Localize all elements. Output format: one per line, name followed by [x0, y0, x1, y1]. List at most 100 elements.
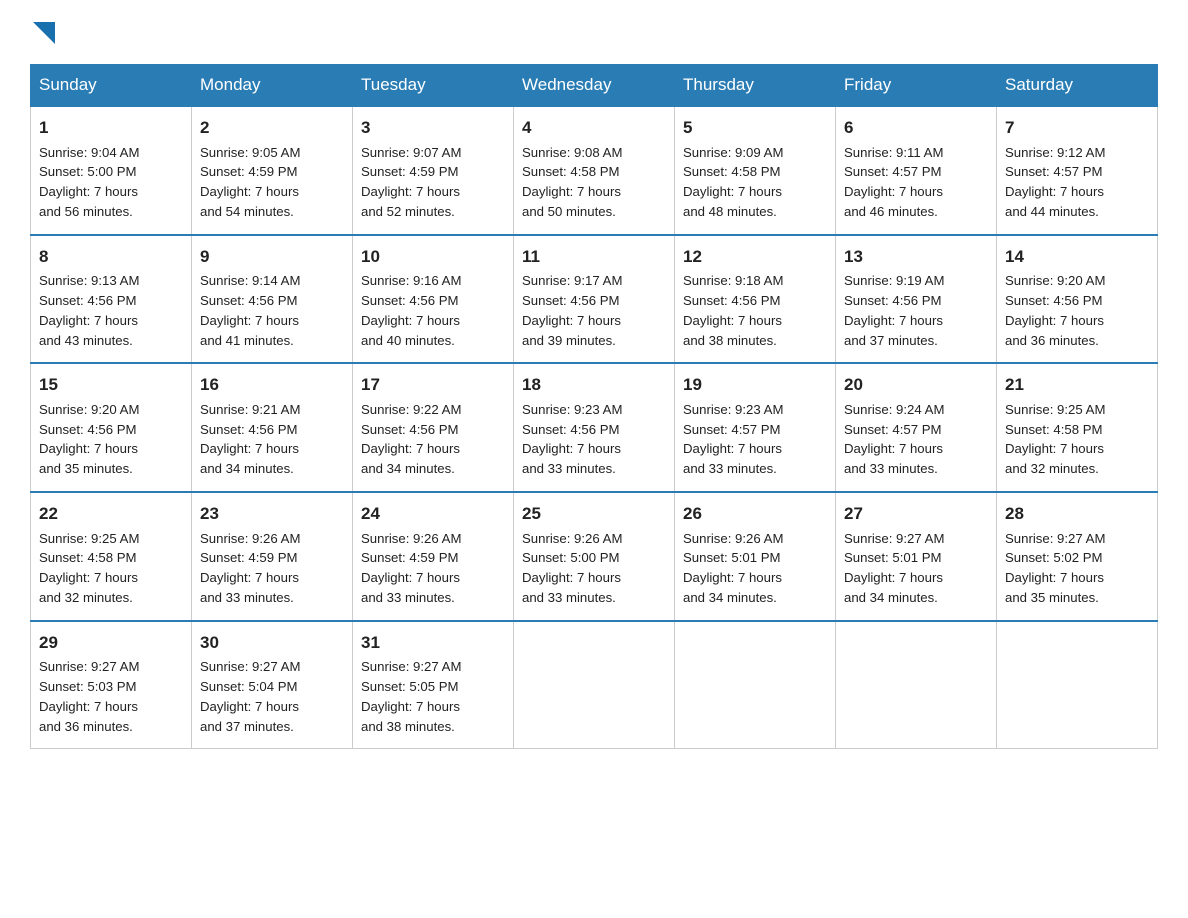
calendar-day-cell: 7Sunrise: 9:12 AMSunset: 4:57 PMDaylight…	[997, 106, 1158, 235]
calendar-week-row: 22Sunrise: 9:25 AMSunset: 4:58 PMDayligh…	[31, 492, 1158, 621]
day-number: 8	[39, 244, 183, 270]
weekday-header-row: SundayMondayTuesdayWednesdayThursdayFrid…	[31, 65, 1158, 107]
day-number: 3	[361, 115, 505, 141]
day-info: Sunrise: 9:25 AMSunset: 4:58 PMDaylight:…	[1005, 400, 1149, 479]
day-number: 28	[1005, 501, 1149, 527]
day-info: Sunrise: 9:22 AMSunset: 4:56 PMDaylight:…	[361, 400, 505, 479]
calendar-day-cell: 31Sunrise: 9:27 AMSunset: 5:05 PMDayligh…	[353, 621, 514, 749]
day-info: Sunrise: 9:12 AMSunset: 4:57 PMDaylight:…	[1005, 143, 1149, 222]
day-info: Sunrise: 9:25 AMSunset: 4:58 PMDaylight:…	[39, 529, 183, 608]
day-info: Sunrise: 9:26 AMSunset: 5:00 PMDaylight:…	[522, 529, 666, 608]
day-info: Sunrise: 9:05 AMSunset: 4:59 PMDaylight:…	[200, 143, 344, 222]
calendar-day-cell: 29Sunrise: 9:27 AMSunset: 5:03 PMDayligh…	[31, 621, 192, 749]
calendar-week-row: 8Sunrise: 9:13 AMSunset: 4:56 PMDaylight…	[31, 235, 1158, 364]
day-number: 29	[39, 630, 183, 656]
day-number: 9	[200, 244, 344, 270]
calendar-day-cell: 6Sunrise: 9:11 AMSunset: 4:57 PMDaylight…	[836, 106, 997, 235]
day-info: Sunrise: 9:08 AMSunset: 4:58 PMDaylight:…	[522, 143, 666, 222]
calendar-day-cell: 27Sunrise: 9:27 AMSunset: 5:01 PMDayligh…	[836, 492, 997, 621]
day-number: 14	[1005, 244, 1149, 270]
page-header	[30, 20, 1158, 44]
day-info: Sunrise: 9:23 AMSunset: 4:56 PMDaylight:…	[522, 400, 666, 479]
calendar-day-cell: 9Sunrise: 9:14 AMSunset: 4:56 PMDaylight…	[192, 235, 353, 364]
day-info: Sunrise: 9:14 AMSunset: 4:56 PMDaylight:…	[200, 271, 344, 350]
day-number: 24	[361, 501, 505, 527]
calendar-day-cell: 4Sunrise: 9:08 AMSunset: 4:58 PMDaylight…	[514, 106, 675, 235]
day-info: Sunrise: 9:20 AMSunset: 4:56 PMDaylight:…	[39, 400, 183, 479]
calendar-day-cell: 30Sunrise: 9:27 AMSunset: 5:04 PMDayligh…	[192, 621, 353, 749]
weekday-header-sunday: Sunday	[31, 65, 192, 107]
day-number: 27	[844, 501, 988, 527]
calendar-day-cell: 3Sunrise: 9:07 AMSunset: 4:59 PMDaylight…	[353, 106, 514, 235]
weekday-header-wednesday: Wednesday	[514, 65, 675, 107]
day-info: Sunrise: 9:11 AMSunset: 4:57 PMDaylight:…	[844, 143, 988, 222]
day-number: 4	[522, 115, 666, 141]
day-info: Sunrise: 9:04 AMSunset: 5:00 PMDaylight:…	[39, 143, 183, 222]
day-number: 20	[844, 372, 988, 398]
day-number: 25	[522, 501, 666, 527]
day-number: 10	[361, 244, 505, 270]
day-number: 12	[683, 244, 827, 270]
day-number: 17	[361, 372, 505, 398]
day-info: Sunrise: 9:26 AMSunset: 5:01 PMDaylight:…	[683, 529, 827, 608]
weekday-header-saturday: Saturday	[997, 65, 1158, 107]
calendar-day-cell: 22Sunrise: 9:25 AMSunset: 4:58 PMDayligh…	[31, 492, 192, 621]
day-number: 16	[200, 372, 344, 398]
day-info: Sunrise: 9:20 AMSunset: 4:56 PMDaylight:…	[1005, 271, 1149, 350]
empty-cell	[675, 621, 836, 749]
calendar-day-cell: 1Sunrise: 9:04 AMSunset: 5:00 PMDaylight…	[31, 106, 192, 235]
weekday-header-thursday: Thursday	[675, 65, 836, 107]
calendar-day-cell: 25Sunrise: 9:26 AMSunset: 5:00 PMDayligh…	[514, 492, 675, 621]
weekday-header-friday: Friday	[836, 65, 997, 107]
calendar-day-cell: 24Sunrise: 9:26 AMSunset: 4:59 PMDayligh…	[353, 492, 514, 621]
day-info: Sunrise: 9:27 AMSunset: 5:03 PMDaylight:…	[39, 657, 183, 736]
day-info: Sunrise: 9:27 AMSunset: 5:01 PMDaylight:…	[844, 529, 988, 608]
weekday-header-monday: Monday	[192, 65, 353, 107]
empty-cell	[514, 621, 675, 749]
day-info: Sunrise: 9:18 AMSunset: 4:56 PMDaylight:…	[683, 271, 827, 350]
calendar-day-cell: 20Sunrise: 9:24 AMSunset: 4:57 PMDayligh…	[836, 363, 997, 492]
day-info: Sunrise: 9:21 AMSunset: 4:56 PMDaylight:…	[200, 400, 344, 479]
calendar-table: SundayMondayTuesdayWednesdayThursdayFrid…	[30, 64, 1158, 749]
day-number: 22	[39, 501, 183, 527]
empty-cell	[997, 621, 1158, 749]
calendar-day-cell: 23Sunrise: 9:26 AMSunset: 4:59 PMDayligh…	[192, 492, 353, 621]
calendar-day-cell: 14Sunrise: 9:20 AMSunset: 4:56 PMDayligh…	[997, 235, 1158, 364]
day-number: 5	[683, 115, 827, 141]
calendar-day-cell: 11Sunrise: 9:17 AMSunset: 4:56 PMDayligh…	[514, 235, 675, 364]
day-number: 31	[361, 630, 505, 656]
day-number: 26	[683, 501, 827, 527]
calendar-day-cell: 16Sunrise: 9:21 AMSunset: 4:56 PMDayligh…	[192, 363, 353, 492]
day-info: Sunrise: 9:26 AMSunset: 4:59 PMDaylight:…	[200, 529, 344, 608]
calendar-day-cell: 10Sunrise: 9:16 AMSunset: 4:56 PMDayligh…	[353, 235, 514, 364]
weekday-header-tuesday: Tuesday	[353, 65, 514, 107]
day-number: 1	[39, 115, 183, 141]
day-number: 15	[39, 372, 183, 398]
logo-arrow-icon	[33, 22, 55, 44]
calendar-day-cell: 18Sunrise: 9:23 AMSunset: 4:56 PMDayligh…	[514, 363, 675, 492]
day-info: Sunrise: 9:23 AMSunset: 4:57 PMDaylight:…	[683, 400, 827, 479]
day-info: Sunrise: 9:27 AMSunset: 5:05 PMDaylight:…	[361, 657, 505, 736]
calendar-day-cell: 19Sunrise: 9:23 AMSunset: 4:57 PMDayligh…	[675, 363, 836, 492]
day-info: Sunrise: 9:17 AMSunset: 4:56 PMDaylight:…	[522, 271, 666, 350]
day-info: Sunrise: 9:24 AMSunset: 4:57 PMDaylight:…	[844, 400, 988, 479]
calendar-day-cell: 2Sunrise: 9:05 AMSunset: 4:59 PMDaylight…	[192, 106, 353, 235]
calendar-day-cell: 26Sunrise: 9:26 AMSunset: 5:01 PMDayligh…	[675, 492, 836, 621]
day-number: 11	[522, 244, 666, 270]
day-number: 23	[200, 501, 344, 527]
calendar-day-cell: 15Sunrise: 9:20 AMSunset: 4:56 PMDayligh…	[31, 363, 192, 492]
day-info: Sunrise: 9:27 AMSunset: 5:02 PMDaylight:…	[1005, 529, 1149, 608]
day-info: Sunrise: 9:16 AMSunset: 4:56 PMDaylight:…	[361, 271, 505, 350]
day-number: 30	[200, 630, 344, 656]
day-info: Sunrise: 9:26 AMSunset: 4:59 PMDaylight:…	[361, 529, 505, 608]
calendar-day-cell: 8Sunrise: 9:13 AMSunset: 4:56 PMDaylight…	[31, 235, 192, 364]
day-number: 18	[522, 372, 666, 398]
calendar-day-cell: 28Sunrise: 9:27 AMSunset: 5:02 PMDayligh…	[997, 492, 1158, 621]
day-info: Sunrise: 9:09 AMSunset: 4:58 PMDaylight:…	[683, 143, 827, 222]
logo	[30, 20, 55, 44]
day-info: Sunrise: 9:27 AMSunset: 5:04 PMDaylight:…	[200, 657, 344, 736]
day-number: 2	[200, 115, 344, 141]
calendar-week-row: 29Sunrise: 9:27 AMSunset: 5:03 PMDayligh…	[31, 621, 1158, 749]
empty-cell	[836, 621, 997, 749]
calendar-day-cell: 17Sunrise: 9:22 AMSunset: 4:56 PMDayligh…	[353, 363, 514, 492]
